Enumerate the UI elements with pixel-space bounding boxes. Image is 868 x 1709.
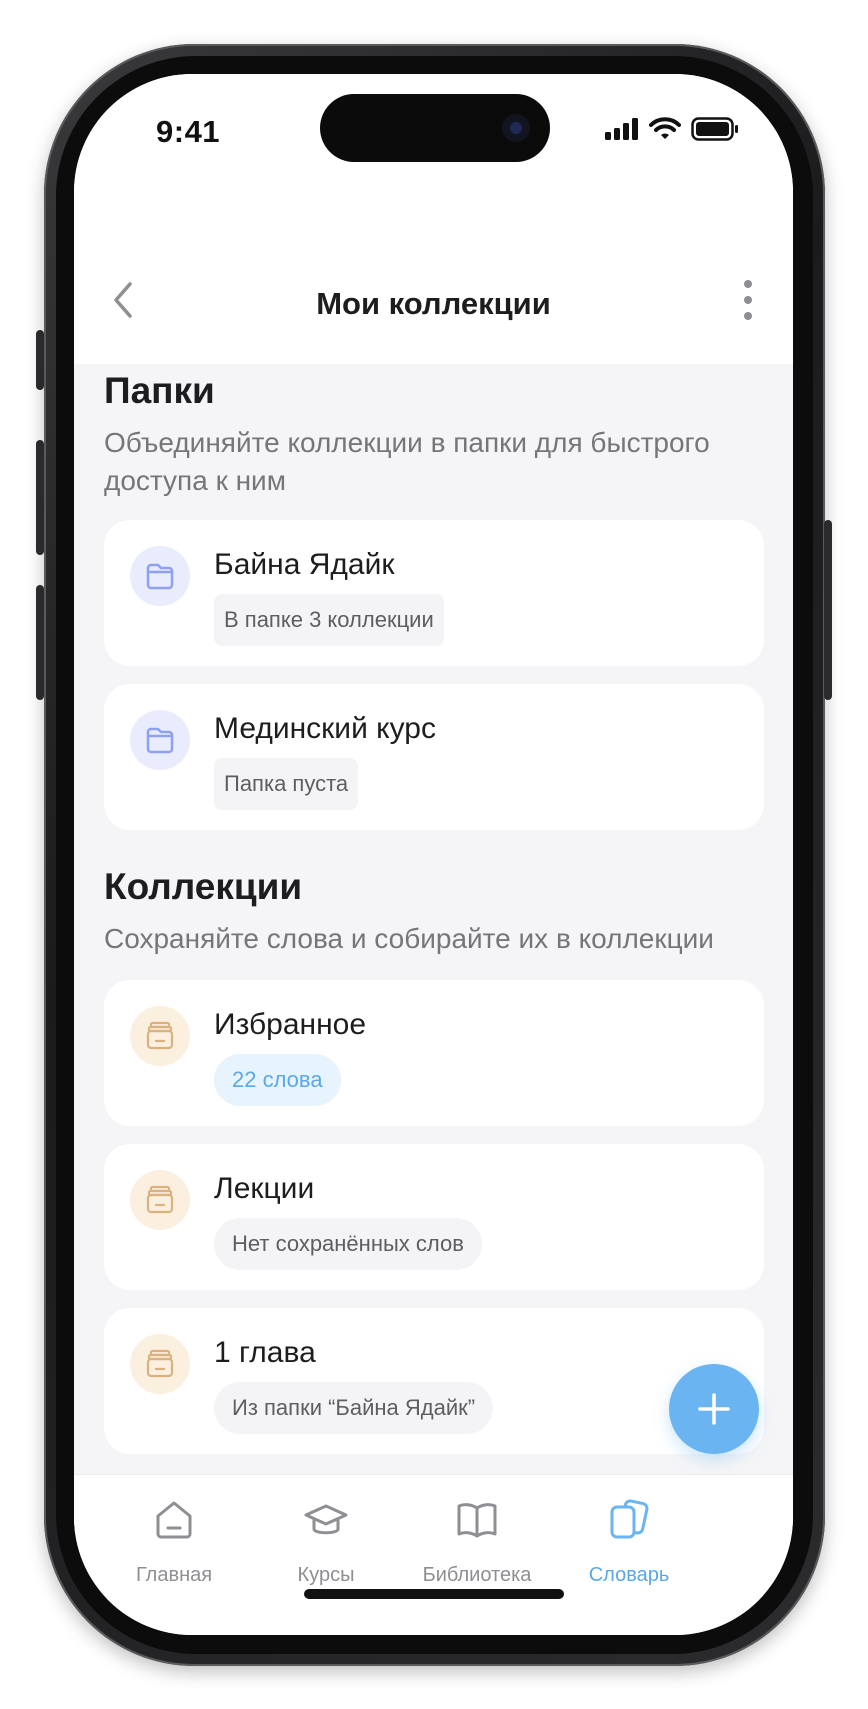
folder-icon-badge (130, 546, 190, 606)
collection-card[interactable]: 1 глава Из папки “Байна Ядайк” (104, 1308, 764, 1454)
folder-icon-badge (130, 710, 190, 770)
volume-down-button (36, 585, 44, 700)
collections-subtitle: Сохраняйте слова и собирайте их в коллек… (104, 923, 714, 954)
home-icon (156, 1501, 192, 1539)
folder-card[interactable]: Мединский курс Папка пуста (104, 684, 764, 830)
tab-library[interactable]: Библиотека (397, 1495, 557, 1587)
more-options-button[interactable] (733, 274, 763, 326)
wifi-icon (649, 117, 681, 139)
word-count-badge: 22 слова (214, 1054, 341, 1106)
tab-dictionary-label: Словарь (588, 1564, 670, 1586)
collection-box-icon (146, 1349, 174, 1378)
volume-up-button (36, 440, 44, 555)
collection-icon-badge (130, 1170, 190, 1230)
more-vertical-icon (744, 280, 752, 320)
tab-bar: Главная Курсы Библиотека Словарь (74, 1474, 793, 1635)
page-title: Мои коллекции (316, 286, 551, 321)
folder-card[interactable]: Байна Ядайк В папке 3 коллекции (104, 520, 764, 666)
collection-title: 1 глава (214, 1336, 316, 1369)
collection-card[interactable]: Лекции Нет сохранённых слов (104, 1144, 764, 1290)
dynamic-island (320, 94, 550, 162)
folders-subtitle: Объединяйте коллекции в папки для быстро… (104, 427, 710, 496)
folder-icon (146, 727, 174, 754)
word-count-badge: Нет сохранённых слов (214, 1218, 482, 1270)
graduation-cap-icon (304, 1504, 348, 1535)
folder-meta: В папке 3 коллекции (214, 594, 444, 646)
folder-title: Мединский курс (214, 712, 436, 745)
folder-meta: Папка пуста (214, 758, 359, 810)
tab-courses[interactable]: Курсы (246, 1495, 406, 1587)
collection-title: Избранное (214, 1008, 367, 1041)
folders-heading: Папки (104, 370, 215, 411)
tab-library-label: Библиотека (422, 1564, 532, 1586)
power-button (824, 520, 832, 700)
home-indicator (304, 1589, 564, 1599)
collection-icon-badge (130, 1334, 190, 1394)
collection-card[interactable]: Избранное 22 слова (104, 980, 764, 1126)
status-bar: 9:41 (74, 74, 793, 194)
tab-courses-label: Курсы (297, 1564, 355, 1586)
cards-icon (610, 1499, 649, 1539)
collection-title: Лекции (214, 1172, 315, 1205)
add-collection-button[interactable] (669, 1364, 759, 1454)
tab-dictionary[interactable]: Словарь (549, 1495, 709, 1587)
cellular-signal-icon (605, 118, 638, 140)
status-icons (605, 114, 739, 144)
status-time: 9:41 (156, 114, 221, 149)
folder-icon (146, 563, 174, 590)
collection-box-icon (146, 1021, 174, 1050)
book-icon (457, 1503, 497, 1538)
camera-lens (502, 114, 530, 142)
plus-icon (698, 1393, 730, 1425)
folder-title: Байна Ядайк (214, 548, 395, 581)
collections-heading: Коллекции (104, 866, 303, 907)
tab-home[interactable]: Главная (94, 1495, 254, 1587)
tab-home-label: Главная (135, 1564, 213, 1586)
app-screen: 9:41 Мои коллекции Папки Объединяйте кол… (74, 74, 793, 1635)
collection-source-badge: Из папки “Байна Ядайк” (214, 1382, 494, 1434)
navigation-bar: Мои коллекции (74, 194, 793, 364)
collection-icon-badge (130, 1006, 190, 1066)
action-button (36, 330, 44, 390)
battery-icon (691, 117, 738, 141)
collection-box-icon (146, 1185, 174, 1214)
